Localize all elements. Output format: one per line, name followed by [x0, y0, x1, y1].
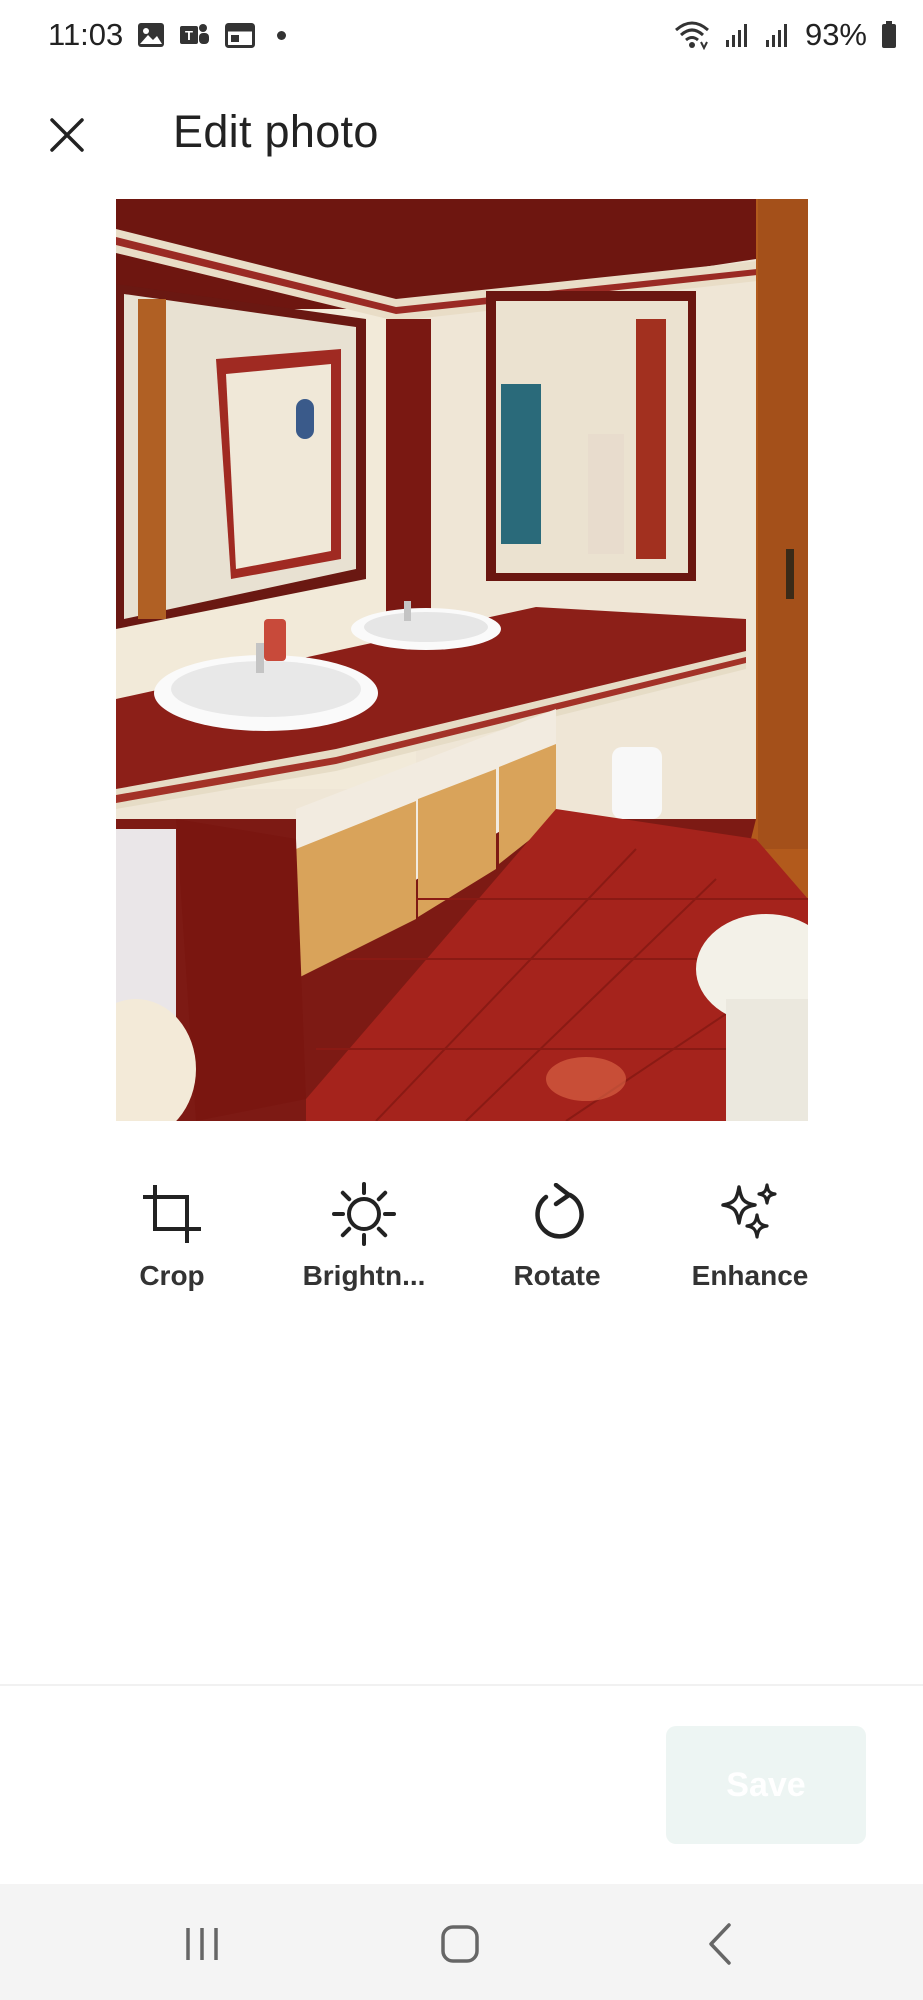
footer-divider	[0, 1684, 923, 1686]
rotate-tool[interactable]: Rotate	[472, 1180, 642, 1310]
back-button[interactable]	[680, 1914, 760, 1974]
battery-text: 93%	[804, 17, 867, 52]
gallery-icon	[137, 22, 165, 48]
edit-tools: Crop Brightn... Rotate Enhance	[0, 1180, 923, 1310]
rotate-icon	[523, 1180, 591, 1248]
sparkles-icon	[716, 1180, 784, 1248]
battery-icon	[881, 21, 897, 49]
brightness-icon	[330, 1180, 398, 1248]
page-title: Edit photo	[173, 106, 379, 157]
back-icon	[709, 1923, 731, 1965]
teams-icon: T	[179, 21, 211, 49]
save-button[interactable]: Save	[666, 1726, 866, 1844]
enhance-label: Enhance	[691, 1260, 809, 1291]
close-button[interactable]	[40, 108, 94, 162]
signal-icon	[725, 22, 751, 48]
brightness-label: Brightn...	[302, 1260, 426, 1291]
photo-preview	[116, 199, 808, 1121]
status-time: 11:03	[48, 17, 124, 52]
status-left: 11:03 T	[48, 17, 287, 53]
enhance-tool[interactable]: Enhance	[665, 1180, 835, 1310]
crop-label: Crop	[139, 1260, 205, 1291]
close-icon	[50, 118, 84, 152]
app-header: Edit photo	[0, 88, 923, 178]
brightness-tool[interactable]: Brightn...	[279, 1180, 449, 1310]
status-right: 93%	[673, 17, 897, 53]
calendar-icon	[225, 22, 256, 48]
rotate-label: Rotate	[513, 1260, 601, 1291]
bathroom-photo	[116, 199, 808, 1121]
crop-tool[interactable]: Crop	[87, 1180, 257, 1310]
notification-dot	[277, 30, 287, 40]
status-bar: 11:03 T 93%	[0, 0, 923, 70]
home-icon	[441, 1925, 479, 1963]
home-button[interactable]	[420, 1914, 500, 1974]
recent-apps-button[interactable]	[162, 1914, 242, 1974]
signal-icon	[765, 22, 791, 48]
crop-icon	[138, 1180, 206, 1248]
recent-apps-icon	[186, 1928, 218, 1960]
svg-text:T: T	[185, 28, 193, 43]
system-nav-bar	[0, 1884, 923, 2000]
wifi-icon	[673, 20, 711, 50]
